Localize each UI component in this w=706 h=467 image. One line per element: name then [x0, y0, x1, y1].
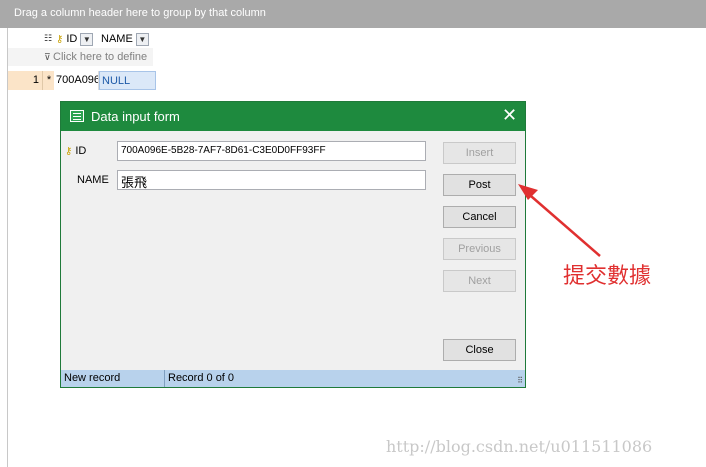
annotation-arrow [518, 184, 601, 257]
annotation-label: 提交數據 [563, 264, 652, 289]
watermark: http://blog.csdn.net/u011511086 [386, 437, 653, 456]
